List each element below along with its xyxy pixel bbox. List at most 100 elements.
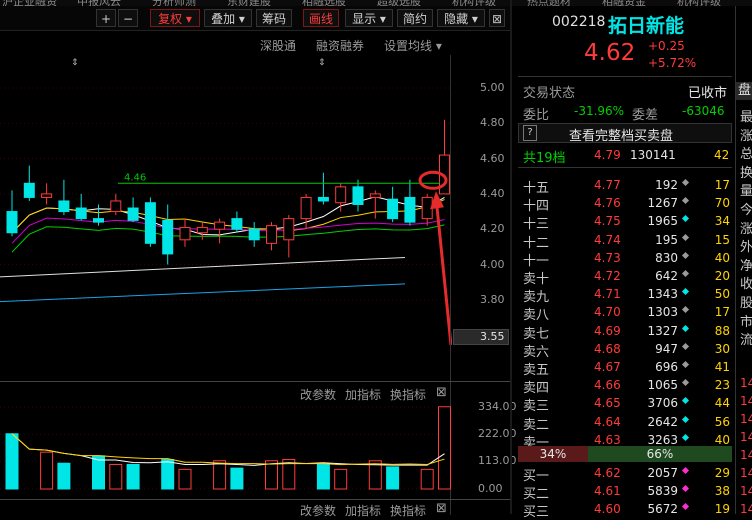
book-level-count: 50 [714, 287, 730, 302]
book-level-count: 23 [714, 378, 730, 393]
book-level-dot-icon [681, 306, 690, 314]
book-level-volume: 696 [655, 360, 678, 374]
volume-chart[interactable] [0, 400, 452, 497]
book-level-price: 4.75 [594, 214, 621, 229]
shengutong-link[interactable]: 深股通 [260, 37, 296, 54]
book-level-label: 十三 [523, 217, 550, 233]
volume-bar [213, 460, 227, 490]
book-level-label: 卖七 [523, 326, 550, 342]
side-field-label: 换 [740, 165, 752, 181]
add-indicator-link[interactable]: 加指标 [345, 502, 381, 519]
book-level-price: 4.77 [594, 178, 621, 192]
price-change: +0.25 [648, 39, 685, 53]
book-level-count: 44 [714, 396, 730, 411]
book-level-volume: 830 [655, 250, 678, 265]
book-level-price: 4.67 [594, 360, 621, 374]
side-field-value: 14 [740, 448, 752, 462]
weicha-value: -63046 [682, 104, 725, 118]
close-icon[interactable]: ⊠ [489, 9, 505, 27]
book-level-volume: 1267 [647, 196, 678, 211]
candle-body [162, 219, 174, 255]
book-level-dot-icon [681, 197, 690, 205]
book-level-count: 15 [714, 232, 730, 247]
side-field-label: 净 [740, 258, 752, 274]
side-field-label: 总 [740, 147, 752, 163]
quote-panel: 002218 拓日新能 4.62 +0.25 +5.72% 交易状态 已收市 委… [512, 6, 752, 520]
candle-body [369, 193, 381, 198]
side-field-label: 涨 [740, 221, 752, 237]
side-field-label: 量 [740, 184, 752, 200]
change-params-link[interactable]: 改参数 [300, 502, 336, 519]
cursor-price-label: 3.55 [453, 329, 509, 345]
volume-bar [5, 433, 19, 490]
book-level-label: 卖九 [523, 290, 550, 306]
candle-body [93, 218, 104, 223]
book-level-count: 30 [714, 341, 730, 356]
book-level-price: 4.72 [594, 269, 621, 283]
zoom-in-button[interactable]: + [96, 9, 116, 27]
book-level-count: 70 [714, 196, 730, 211]
volume-bar [126, 463, 140, 490]
set-ma-dropdown[interactable]: 设置均线 ▾ [384, 37, 442, 54]
book-level-volume: 195 [655, 232, 678, 247]
book-level-price: 4.69 [594, 323, 621, 338]
full-book-button[interactable]: ? 查看完整档买卖盘 [518, 123, 732, 144]
price-chart[interactable]: 4.46 [0, 55, 452, 380]
side-field-label: 外 [740, 240, 752, 256]
book-level-price: 4.63 [594, 432, 621, 447]
book-level-price: 4.70 [594, 305, 621, 320]
side-field-value: 14 [740, 466, 752, 480]
candle-body [231, 218, 243, 230]
book-level-count: 88 [714, 323, 730, 338]
book-level-volume: 1303 [647, 305, 678, 320]
book-level-dot-icon [681, 484, 690, 493]
margin-trading-link[interactable]: 融资融券 [316, 37, 364, 54]
display-dropdown[interactable]: 显示 ▾ [345, 9, 393, 27]
candle-body [58, 200, 70, 213]
chart-toolbar: + − 复权 ▾ 叠加 ▾ 筹码 画线 显示 ▾ 简约 隐藏 ▾ ⊠ [0, 6, 512, 31]
book-level-label: 卖十 [523, 272, 550, 287]
book-level-dot-icon [681, 251, 690, 259]
close-indicator-icon[interactable]: ⊠ [436, 385, 447, 400]
volume-bar [57, 462, 71, 490]
book-level-price: 4.76 [594, 196, 621, 211]
volume-bar [109, 463, 123, 490]
draw-line-button[interactable]: 画线 [303, 9, 339, 27]
buy-ratio-bar: 66% [588, 446, 732, 462]
book-level-label: 卖三 [523, 399, 550, 415]
book-level-price: 4.66 [594, 378, 621, 393]
price-axis-label: 4.80 [480, 116, 505, 130]
volume-bar [438, 406, 451, 490]
candle-body [196, 226, 208, 234]
fuquan-dropdown[interactable]: 复权 ▾ [150, 9, 200, 27]
price-axis-label: 4.20 [480, 222, 505, 236]
last-price: 4.62 [584, 40, 636, 66]
book-level-label: 卖八 [523, 308, 550, 324]
book-level-label: 买二 [523, 487, 550, 502]
book-level-price: 4.62 [594, 466, 621, 480]
book-level-count: 40 [714, 432, 730, 447]
candle-body [110, 200, 122, 213]
book-level-count: 56 [714, 414, 730, 429]
weibi-value: -31.96% [574, 104, 625, 118]
simple-button[interactable]: 简约 [397, 9, 433, 27]
trading-status-value: 已收市 [688, 86, 728, 101]
side-field-label: 最 [740, 110, 752, 125]
switch-indicator-link[interactable]: 换指标 [390, 502, 426, 519]
horizontal-line-label: 4.46 [124, 172, 146, 183]
overlay-dropdown[interactable]: 叠加 ▾ [204, 9, 252, 27]
zoom-out-button[interactable]: − [118, 9, 138, 27]
side-tab[interactable]: 盘 [736, 82, 752, 100]
candle-body [179, 226, 191, 241]
hide-dropdown[interactable]: 隐藏 ▾ [437, 9, 485, 27]
book-level-volume: 1065 [647, 378, 678, 393]
book-level-label: 卖二 [523, 417, 550, 433]
full-book-label: 查看完整档买卖盘 [569, 129, 674, 144]
book-level-count: 17 [714, 178, 730, 192]
volume-bar [178, 468, 192, 490]
book-level-label: 十一 [523, 253, 550, 269]
candle-body [300, 196, 312, 220]
book-level-dot-icon [681, 502, 690, 511]
book-level-label: 卖五 [523, 363, 550, 378]
chip-button[interactable]: 筹码 [256, 9, 292, 27]
